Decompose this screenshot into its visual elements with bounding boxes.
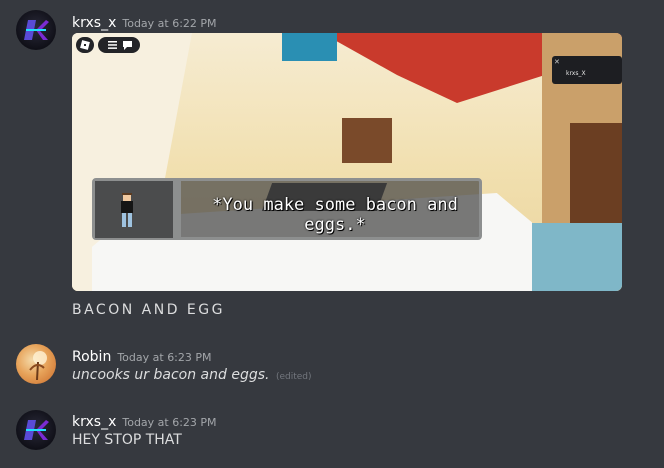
roblox-logo-button <box>76 37 94 53</box>
scene-window <box>282 33 337 61</box>
close-icon: ✕ <box>554 58 560 66</box>
robin-avatar-icon <box>29 351 47 380</box>
krxs-avatar-icon <box>24 420 49 440</box>
character-icon <box>121 193 133 227</box>
chat-icon <box>123 41 132 50</box>
ui-buttons <box>98 37 140 53</box>
avatar[interactable] <box>16 344 56 384</box>
krxs-avatar-icon <box>24 20 49 40</box>
image-attachment[interactable]: ✕ krxs_X <box>72 33 622 291</box>
player-tag-panel <box>552 56 622 84</box>
timestamp: Today at 6:23 PM <box>122 416 217 429</box>
message-text: BACON AND EGG <box>72 302 225 318</box>
username[interactable]: krxs_x <box>72 15 116 31</box>
message-header: krxs_x Today at 6:23 PM <box>72 411 217 430</box>
menu-icon <box>108 41 117 49</box>
avatar[interactable] <box>16 10 56 50</box>
menu-chat-icons <box>108 41 132 50</box>
timestamp: Today at 6:23 PM <box>117 351 212 364</box>
player-tag: krxs_X <box>566 70 586 77</box>
edited-label: (edited) <box>275 372 312 382</box>
dialogue-text: *You make some bacon and eggs.* <box>212 195 458 235</box>
message-text: HEY STOP THAT <box>72 432 182 448</box>
username[interactable]: Robin <box>72 349 111 365</box>
dialogue-portrait <box>95 181 181 238</box>
scene-door <box>570 123 622 233</box>
message-header: Robin Today at 6:23 PM <box>72 346 212 365</box>
username[interactable]: krxs_x <box>72 414 116 430</box>
scene-shelf <box>342 118 392 163</box>
message-body: uncooks ur bacon and eggs. <box>72 367 270 383</box>
roblox-logo-icon <box>80 40 90 50</box>
avatar[interactable] <box>16 410 56 450</box>
message-text: uncooks ur bacon and eggs. (edited) <box>72 367 312 383</box>
timestamp: Today at 6:22 PM <box>122 17 217 30</box>
message-header: krxs_x Today at 6:22 PM <box>72 12 217 31</box>
